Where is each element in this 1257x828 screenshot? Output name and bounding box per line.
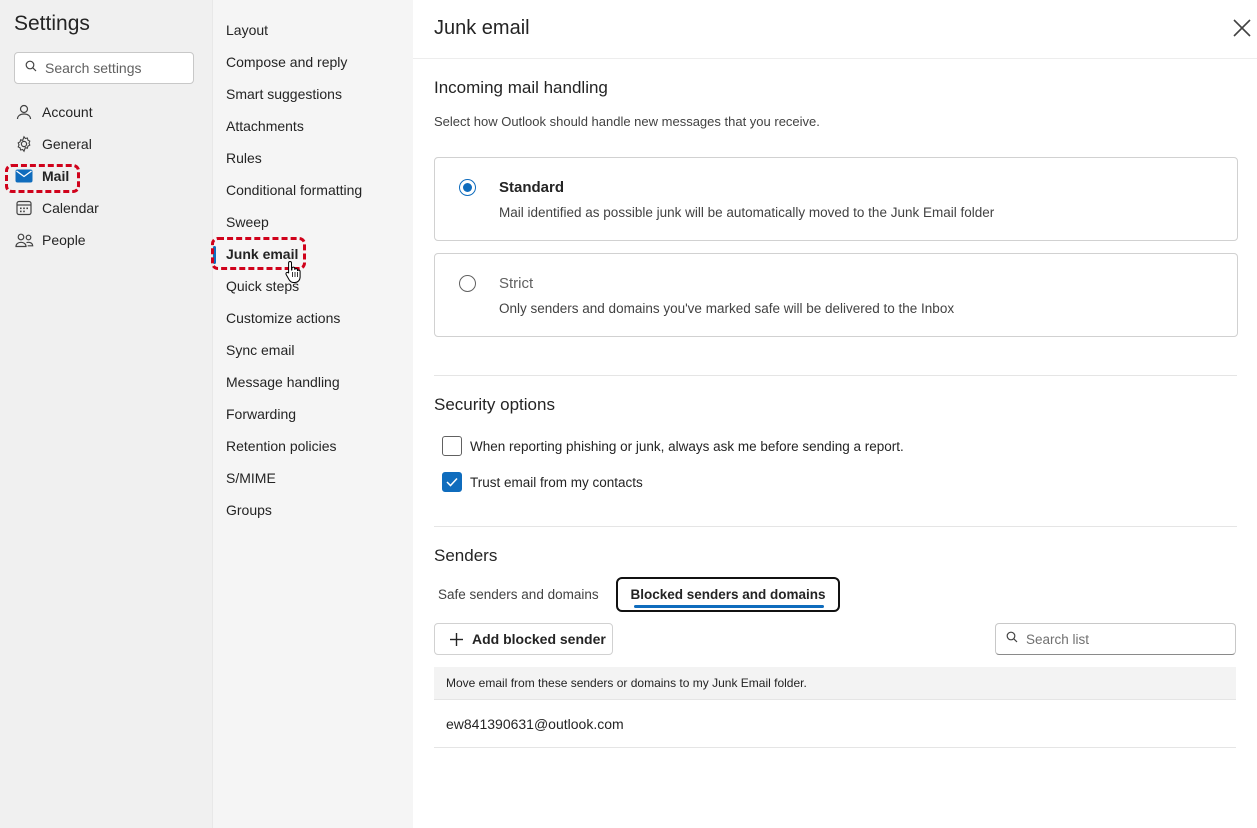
trust-contacts-label: Trust email from my contacts [470, 474, 643, 490]
strict-option-description: Only senders and domains you've marked s… [499, 301, 955, 316]
ask-before-report-option[interactable]: When reporting phishing or junk, always … [442, 436, 904, 456]
header-divider [413, 58, 1257, 59]
senders-title: Senders [434, 546, 498, 565]
checkmark-icon [446, 477, 458, 487]
search-icon [1006, 630, 1018, 648]
plus-icon [449, 632, 464, 647]
close-icon[interactable] [1231, 17, 1253, 39]
submenu-rules[interactable]: Rules [226, 148, 262, 168]
incoming-mail-description: Select how Outlook should handle new mes… [434, 114, 820, 129]
search-settings-placeholder: Search settings [45, 60, 142, 76]
submenu-groups[interactable]: Groups [226, 500, 272, 520]
standard-option-title: Standard [499, 179, 565, 196]
blocked-list-header: Move email from these senders or domains… [434, 667, 1236, 700]
nav-people-label: People [42, 232, 86, 248]
trust-contacts-checkbox[interactable] [442, 472, 462, 492]
page-title: Junk email [434, 17, 530, 39]
search-list-placeholder: Search list [1026, 631, 1090, 647]
submenu-conditional-formatting[interactable]: Conditional formatting [226, 180, 362, 200]
add-blocked-sender-label: Add blocked sender [472, 631, 606, 647]
standard-option-card[interactable]: Standard Mail identified as possible jun… [434, 157, 1238, 241]
submenu-customize-actions[interactable]: Customize actions [226, 308, 340, 328]
submenu-compose-and-reply[interactable]: Compose and reply [226, 52, 347, 72]
calendar-icon [14, 198, 34, 218]
settings-title: Settings [14, 12, 90, 35]
strict-radio[interactable] [459, 275, 476, 292]
ask-before-report-label: When reporting phishing or junk, always … [470, 438, 904, 454]
security-options-title: Security options [434, 395, 555, 414]
submenu-sync-email[interactable]: Sync email [226, 340, 294, 360]
search-settings-input[interactable]: Search settings [14, 52, 194, 84]
hand-cursor-icon [285, 260, 301, 289]
blocked-sender-address: ew841390631@outlook.com [446, 715, 624, 732]
tab-safe-senders[interactable]: Safe senders and domains [434, 577, 599, 612]
submenu-layout[interactable]: Layout [226, 20, 268, 40]
submenu-attachments[interactable]: Attachments [226, 116, 304, 136]
search-list-input[interactable]: Search list [995, 623, 1236, 655]
nav-calendar-label: Calendar [42, 200, 99, 216]
nav-account[interactable]: Account [14, 100, 93, 124]
strict-option-card[interactable]: Strict Only senders and domains you've m… [434, 253, 1238, 337]
submenu-smart-suggestions[interactable]: Smart suggestions [226, 84, 342, 104]
tab-blocked-senders[interactable]: Blocked senders and domains [616, 577, 840, 612]
nav-general-label: General [42, 136, 92, 152]
section-divider [434, 526, 1237, 527]
add-blocked-sender-button[interactable]: Add blocked sender [434, 623, 613, 655]
submenu-retention-policies[interactable]: Retention policies [226, 436, 337, 456]
people-icon [14, 230, 34, 250]
nav-people[interactable]: People [14, 228, 86, 252]
junk-email-panel: Junk email Incoming mail handling Select… [413, 0, 1257, 828]
list-item[interactable]: ew841390631@outlook.com [434, 700, 1236, 748]
submenu-sweep[interactable]: Sweep [226, 212, 269, 232]
submenu-smime[interactable]: S/MIME [226, 468, 276, 488]
tab-blocked-senders-label: Blocked senders and domains [630, 587, 826, 602]
submenu-forwarding[interactable]: Forwarding [226, 404, 296, 424]
search-icon [25, 59, 37, 77]
trust-contacts-option[interactable]: Trust email from my contacts [442, 472, 643, 492]
submenu-message-handling[interactable]: Message handling [226, 372, 340, 392]
nav-general[interactable]: General [14, 132, 92, 156]
strict-option-title: Strict [499, 275, 534, 292]
nav-calendar[interactable]: Calendar [14, 196, 99, 220]
standard-option-description: Mail identified as possible junk will be… [499, 205, 995, 220]
mail-highlight-box [5, 164, 80, 193]
section-divider [434, 375, 1237, 376]
person-icon [14, 102, 34, 122]
settings-sidebar: Settings Search settings Account General… [0, 0, 212, 828]
incoming-mail-title: Incoming mail handling [434, 78, 608, 97]
standard-radio[interactable] [459, 179, 476, 196]
gear-icon [14, 134, 34, 154]
ask-before-report-checkbox[interactable] [442, 436, 462, 456]
nav-account-label: Account [42, 104, 93, 120]
tab-selected-underline [634, 605, 824, 608]
